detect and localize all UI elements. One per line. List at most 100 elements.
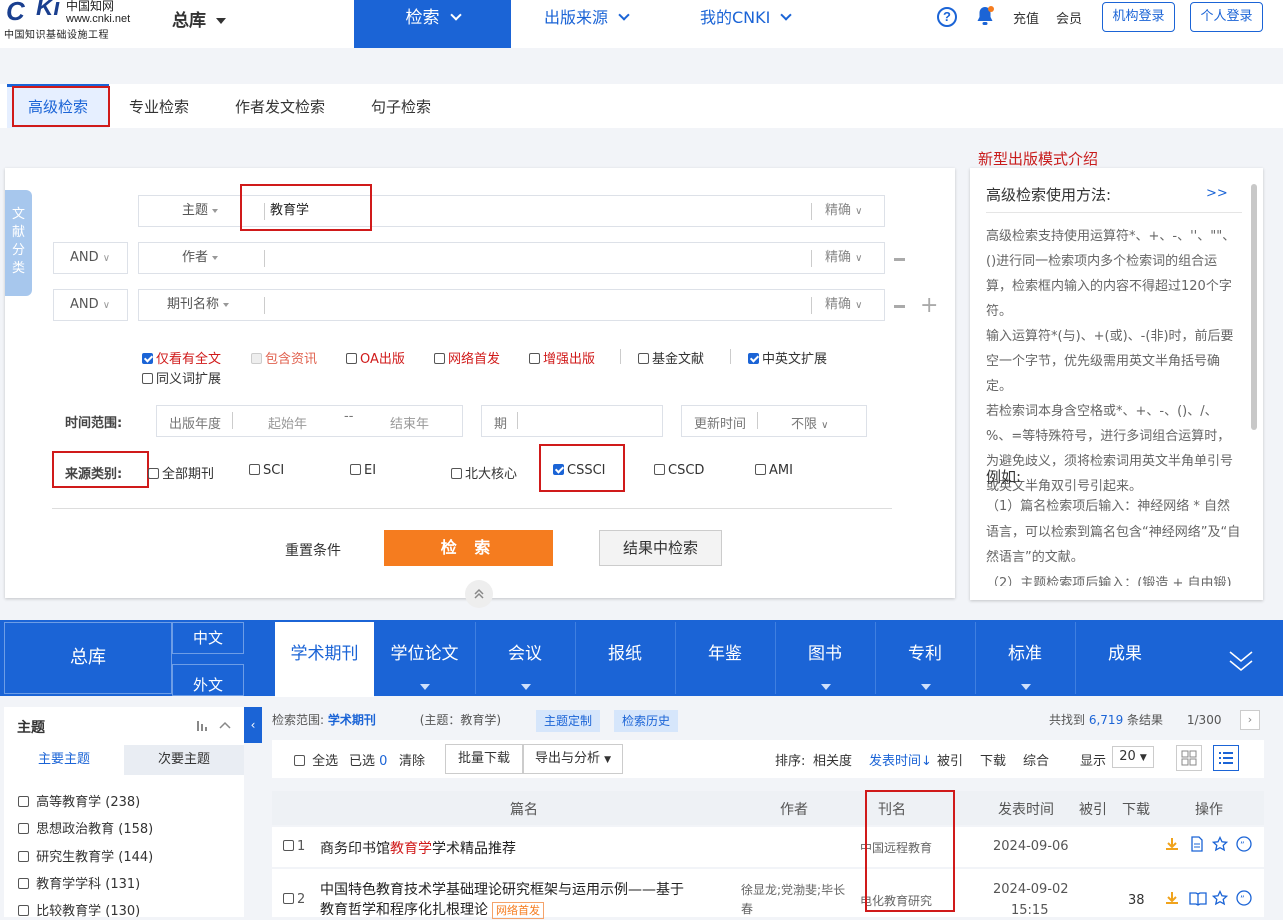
source-all[interactable]: 全部期刊 [148, 463, 214, 482]
recharge-link[interactable]: 充值 [1013, 8, 1039, 27]
db-tab-journals[interactable]: 学术期刊 [275, 622, 374, 697]
option-online-first[interactable]: 网络首发 [434, 348, 500, 367]
facet-tab-main[interactable]: 主要主题 [4, 745, 124, 775]
search-button[interactable]: 检 索 [384, 530, 553, 566]
list-view-icon[interactable] [1213, 745, 1239, 771]
search-in-result-button[interactable]: 结果中检索 [599, 530, 722, 566]
tab-author-search[interactable]: 作者发文检索 [235, 84, 325, 128]
page-size-select[interactable]: 20 ▼ [1112, 746, 1154, 768]
reset-button[interactable]: 重置条件 [285, 540, 341, 560]
category-toggle[interactable]: 文献分类 [5, 190, 32, 296]
db-tab-conference[interactable]: 会议 [475, 622, 574, 694]
member-link[interactable]: 会员 [1056, 8, 1082, 27]
result-title-link[interactable]: 中国特色教育技术学基础理论研究框架与运用示例——基于 教育哲学和程序化扎根理论 网络… [320, 880, 730, 920]
option-cn-en-expand[interactable]: 中英文扩展 [748, 348, 827, 367]
source-ami[interactable]: AMI [755, 463, 793, 478]
result-title-link[interactable]: 商务印书馆教育学学术精品推荐 [320, 838, 516, 858]
source-pku-core[interactable]: 北大核心 [451, 463, 517, 482]
facet-item[interactable]: 比较教育学 (130) [18, 900, 140, 919]
search-input-2[interactable] [270, 243, 800, 273]
cnki-logo[interactable]: C Ki 中国知网 www.cnki.net 中国知识基础设施工程 [4, 0, 134, 44]
db-tab-achievement[interactable]: 成果 [1075, 622, 1174, 694]
help-scrollbar[interactable] [1251, 184, 1257, 430]
facet-tab-secondary[interactable]: 次要主题 [124, 745, 244, 775]
search-history-button[interactable]: 检索历史 [614, 710, 679, 732]
db-tab-standard[interactable]: 标准 [975, 622, 1074, 694]
row-checkbox[interactable]: 2 [283, 892, 305, 907]
option-fund[interactable]: 基金文献 [638, 348, 704, 367]
star-icon[interactable] [1211, 835, 1229, 856]
html-read-icon[interactable] [1189, 836, 1205, 856]
db-tab-book[interactable]: 图书 [775, 622, 874, 694]
option-fulltext[interactable]: 仅看有全文 [142, 348, 221, 367]
panel-collapse-icon[interactable]: ‹ [244, 707, 262, 743]
personal-login-button[interactable]: 个人登录 [1190, 2, 1263, 32]
db-tab-newspaper[interactable]: 报纸 [575, 622, 674, 694]
match-select-1[interactable]: 精确 ∨ [825, 196, 862, 227]
nav-my-cnki[interactable]: 我的CNKI [700, 0, 793, 36]
facet-chart-icon[interactable] [196, 718, 232, 736]
tab-sentence-search[interactable]: 句子检索 [371, 84, 431, 128]
facet-item[interactable]: 高等教育学 (238) [18, 791, 140, 810]
help-icon[interactable]: ? [937, 7, 957, 27]
sort-comprehensive[interactable]: 综合 [1023, 750, 1049, 769]
field-select-2[interactable]: 作者 [182, 243, 219, 273]
collapse-up-icon[interactable] [465, 580, 493, 608]
help-more-link[interactable]: >> [1206, 186, 1228, 201]
search-input-3[interactable] [270, 290, 800, 320]
option-enhanced[interactable]: 增强出版 [529, 348, 595, 367]
quote-icon[interactable]: ” [1236, 836, 1252, 856]
db-chinese[interactable]: 中文 [172, 622, 244, 654]
add-row-icon[interactable]: + [920, 295, 938, 317]
download-icon[interactable] [1164, 836, 1180, 856]
db-all[interactable]: 总库 [4, 622, 172, 694]
option-synonym-expand[interactable]: 同义词扩展 [142, 368, 221, 387]
option-news[interactable]: 包含资讯 [251, 348, 317, 367]
book-read-icon[interactable] [1189, 890, 1207, 910]
match-select-3[interactable]: 精确 ∨ [825, 290, 862, 321]
quote-icon[interactable]: ” [1236, 890, 1252, 910]
star-icon[interactable] [1211, 889, 1229, 910]
db-tab-patent[interactable]: 专利 [875, 622, 974, 694]
logic-select-3[interactable]: AND ∨ [53, 289, 128, 321]
expand-more-icon[interactable] [1228, 648, 1254, 674]
bell-icon[interactable] [976, 6, 994, 26]
sort-download[interactable]: 下载 [980, 750, 1006, 769]
topic-custom-button[interactable]: 主题定制 [536, 710, 601, 732]
match-select-2[interactable]: 精确 ∨ [825, 243, 862, 274]
field-select-3[interactable]: 期刊名称 [167, 290, 230, 320]
remove-row-icon[interactable] [894, 305, 905, 308]
remove-row-icon[interactable] [894, 258, 905, 261]
export-analysis-button[interactable]: 导出与分析 ▼ [523, 744, 623, 774]
option-oa[interactable]: OA出版 [346, 348, 405, 367]
sort-date[interactable]: 发表时间↓ [869, 750, 932, 769]
download-count[interactable]: 38 [1128, 893, 1145, 908]
library-selector[interactable]: 总库 [172, 6, 226, 31]
next-page-icon[interactable]: › [1240, 710, 1260, 730]
field-select-1[interactable]: 主题 [182, 196, 219, 226]
db-tab-yearbook[interactable]: 年鉴 [675, 622, 774, 694]
facet-item[interactable]: 教育学学科 (131) [18, 873, 140, 892]
db-tab-thesis[interactable]: 学位论文 [375, 622, 474, 694]
issue-input[interactable] [481, 405, 663, 437]
logic-select-2[interactable]: AND ∨ [53, 242, 128, 274]
sort-cited[interactable]: 被引 [937, 750, 963, 769]
source-cscd[interactable]: CSCD [654, 463, 704, 478]
start-year-input[interactable]: 起始年 [268, 413, 307, 432]
sort-relevance[interactable]: 相关度 [813, 750, 852, 769]
select-all-checkbox[interactable]: 全选 [294, 750, 338, 769]
org-login-button[interactable]: 机构登录 [1102, 2, 1175, 32]
batch-download-button[interactable]: 批量下载 [445, 744, 523, 774]
nav-publication-source[interactable]: 出版来源 [544, 0, 630, 36]
author-links[interactable]: 徐显龙;党渤斐;毕长春 [741, 881, 851, 919]
source-sci[interactable]: SCI [249, 463, 284, 478]
end-year-input[interactable]: 结束年 [390, 413, 429, 432]
row-checkbox[interactable]: 1 [283, 839, 305, 854]
db-foreign[interactable]: 外文 [172, 664, 244, 696]
clear-button[interactable]: 清除 [399, 750, 425, 769]
facet-item[interactable]: 研究生教育学 (144) [18, 846, 153, 865]
nav-search[interactable]: 检索 [354, 0, 511, 48]
download-icon[interactable] [1164, 890, 1180, 910]
source-ei[interactable]: EI [350, 463, 376, 478]
new-model-link[interactable]: 新型出版模式介绍 [978, 148, 1098, 169]
